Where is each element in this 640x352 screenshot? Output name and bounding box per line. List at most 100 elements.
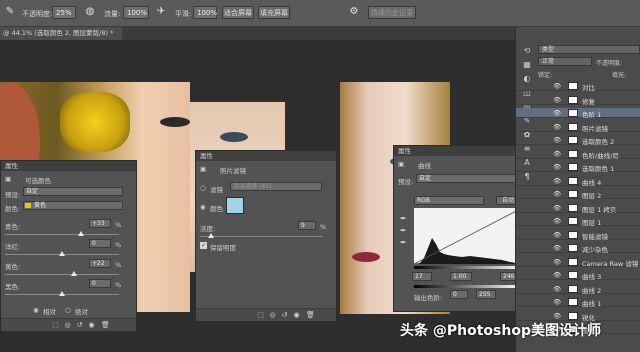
layer-mask-thumbnail[interactable]: [568, 217, 578, 225]
view-previous-icon[interactable]: ◎: [268, 311, 277, 319]
clip-layer-icon[interactable]: ⬚: [256, 311, 265, 319]
visibility-eye-icon[interactable]: 👁: [553, 231, 561, 239]
visibility-eye-icon[interactable]: 👁: [553, 285, 561, 293]
fill-screen-button[interactable]: 填充屏幕: [258, 6, 290, 19]
visibility-eye-icon[interactable]: 👁: [553, 298, 561, 306]
layer-row[interactable]: 👁 照片滤镜: [516, 122, 640, 133]
layer-row[interactable]: 👁 选取颜色 2: [516, 135, 640, 146]
visibility-icon[interactable]: ◉: [87, 321, 96, 329]
pressure-opacity-icon[interactable]: ◍: [84, 6, 96, 18]
layer-row[interactable]: 👁 曲线 3: [516, 270, 640, 281]
visibility-eye-icon[interactable]: 👁: [553, 190, 561, 198]
layer-row[interactable]: 👁 智能滤镜: [516, 230, 640, 241]
layer-mask-thumbnail[interactable]: [568, 190, 578, 198]
preserve-checkbox[interactable]: ✓: [200, 242, 207, 249]
delete-icon[interactable]: 🗑: [101, 321, 110, 329]
cyan-value[interactable]: +33: [89, 219, 111, 228]
layer-row[interactable]: 👁 图层 2: [516, 189, 640, 200]
magenta-slider-knob[interactable]: [59, 251, 65, 256]
layer-row[interactable]: 👁 锐化: [516, 311, 640, 322]
visibility-eye-icon[interactable]: 👁: [553, 177, 561, 185]
layer-mask-thumbnail[interactable]: [568, 122, 578, 131]
density-slider[interactable]: [200, 236, 322, 237]
visibility-eye-icon[interactable]: 👁: [553, 150, 561, 158]
layer-row[interactable]: 👁 Camera Raw 滤镜: [516, 257, 640, 268]
layer-mask-thumbnail[interactable]: [568, 82, 578, 90]
layer-row[interactable]: 👁 曲线 4: [516, 176, 640, 187]
visibility-eye-icon[interactable]: 👁: [553, 96, 561, 104]
layer-mask-thumbnail[interactable]: [568, 163, 578, 171]
visibility-eye-icon[interactable]: 👁: [553, 312, 561, 320]
layer-mask-thumbnail[interactable]: [568, 298, 578, 306]
reset-icon[interactable]: ↺: [280, 311, 289, 319]
output-black-field[interactable]: 0: [450, 290, 468, 299]
layer-mask-thumbnail[interactable]: [568, 284, 578, 293]
layer-row[interactable]: 👁 选取颜色 1: [516, 162, 640, 173]
input-gamma-field[interactable]: 1.00: [450, 272, 472, 281]
layer-mask-thumbnail[interactable]: [568, 109, 578, 117]
reset-icon[interactable]: ↺: [75, 321, 84, 329]
eyedropper-black-icon[interactable]: ✒: [400, 214, 407, 223]
layer-mask-thumbnail[interactable]: [568, 311, 578, 320]
opacity-field[interactable]: 25%: [52, 6, 76, 19]
channel-select[interactable]: RGB: [414, 196, 484, 205]
document-tab[interactable]: @ 44.1% (选取颜色 2, 图层蒙版/8) *: [0, 27, 122, 40]
delete-icon[interactable]: 🗑: [306, 311, 315, 319]
color-swatch[interactable]: [226, 197, 244, 214]
visibility-eye-icon[interactable]: 👁: [553, 82, 561, 90]
black-value[interactable]: 0: [89, 279, 111, 288]
filter-radio-icon[interactable]: ○: [200, 184, 206, 192]
eyedropper-gray-icon[interactable]: ✒: [400, 226, 407, 235]
preset-select[interactable]: 自定: [416, 174, 520, 183]
eyedropper-white-icon[interactable]: ✒: [400, 238, 407, 247]
visibility-icon[interactable]: ◉: [292, 311, 301, 319]
visibility-eye-icon[interactable]: 👁: [553, 109, 561, 117]
flow-field[interactable]: 100%: [123, 6, 149, 19]
histogram-graph[interactable]: [414, 208, 522, 264]
cyan-slider[interactable]: [5, 234, 119, 235]
history-button[interactable]: 持续历史记录: [368, 6, 416, 19]
visibility-eye-icon[interactable]: 👁: [553, 163, 561, 171]
layer-mask-thumbnail[interactable]: [568, 136, 578, 144]
yellow-value[interactable]: +22: [89, 259, 111, 268]
history-icon[interactable]: ⟲: [520, 45, 534, 57]
layer-mask-thumbnail[interactable]: [568, 257, 578, 266]
layer-mask-thumbnail[interactable]: [568, 230, 578, 239]
color-radio-icon[interactable]: ◉: [200, 203, 206, 211]
relative-radio-icon[interactable]: ◉: [33, 306, 39, 314]
layer-row[interactable]: 👁 色阶/曲线/尼: [516, 149, 640, 160]
colors-select[interactable]: 黄色: [23, 201, 123, 210]
settings-gear-icon[interactable]: ⚙: [348, 6, 360, 18]
input-black-field[interactable]: 17: [412, 272, 432, 281]
layer-mask-thumbnail[interactable]: [568, 149, 578, 158]
magenta-value[interactable]: 0: [89, 239, 111, 248]
layer-row[interactable]: 👁 图层 1 拷贝: [516, 203, 640, 214]
view-previous-icon[interactable]: ◎: [63, 321, 72, 329]
layer-row[interactable]: 👁 色阶 1: [516, 108, 640, 119]
layer-mask-thumbnail[interactable]: [568, 95, 578, 104]
layer-row[interactable]: 👁 修复: [516, 95, 640, 106]
visibility-eye-icon[interactable]: 👁: [553, 244, 561, 252]
layer-row[interactable]: 👁 对比: [516, 81, 640, 92]
clip-layer-icon[interactable]: ⬚: [51, 321, 60, 329]
visibility-eye-icon[interactable]: 👁: [553, 136, 561, 144]
preset-select[interactable]: 自定: [23, 187, 123, 196]
layer-mask-thumbnail[interactable]: [568, 271, 578, 279]
layer-mask-thumbnail[interactable]: [568, 244, 578, 252]
fit-screen-button[interactable]: 适合屏幕: [222, 6, 254, 19]
cyan-slider-knob[interactable]: [78, 231, 84, 236]
density-slider-knob[interactable]: [208, 233, 214, 238]
yellow-slider[interactable]: [5, 274, 119, 275]
brush-tool-icon[interactable]: ✎: [4, 6, 16, 18]
airbrush-icon[interactable]: ✈: [155, 6, 167, 18]
black-slider-knob[interactable]: [59, 291, 65, 296]
visibility-eye-icon[interactable]: 👁: [553, 271, 561, 279]
layer-kind-filter[interactable]: 类型: [538, 45, 640, 54]
visibility-eye-icon[interactable]: 👁: [553, 258, 561, 266]
visibility-eye-icon[interactable]: 👁: [553, 204, 561, 212]
layer-row[interactable]: 👁 减少杂色: [516, 243, 640, 254]
layer-row[interactable]: 👁 曲线 1: [516, 297, 640, 308]
yellow-slider-knob[interactable]: [71, 271, 77, 276]
output-white-field[interactable]: 255: [476, 290, 496, 299]
layer-row[interactable]: 👁 图层 1: [516, 216, 640, 227]
